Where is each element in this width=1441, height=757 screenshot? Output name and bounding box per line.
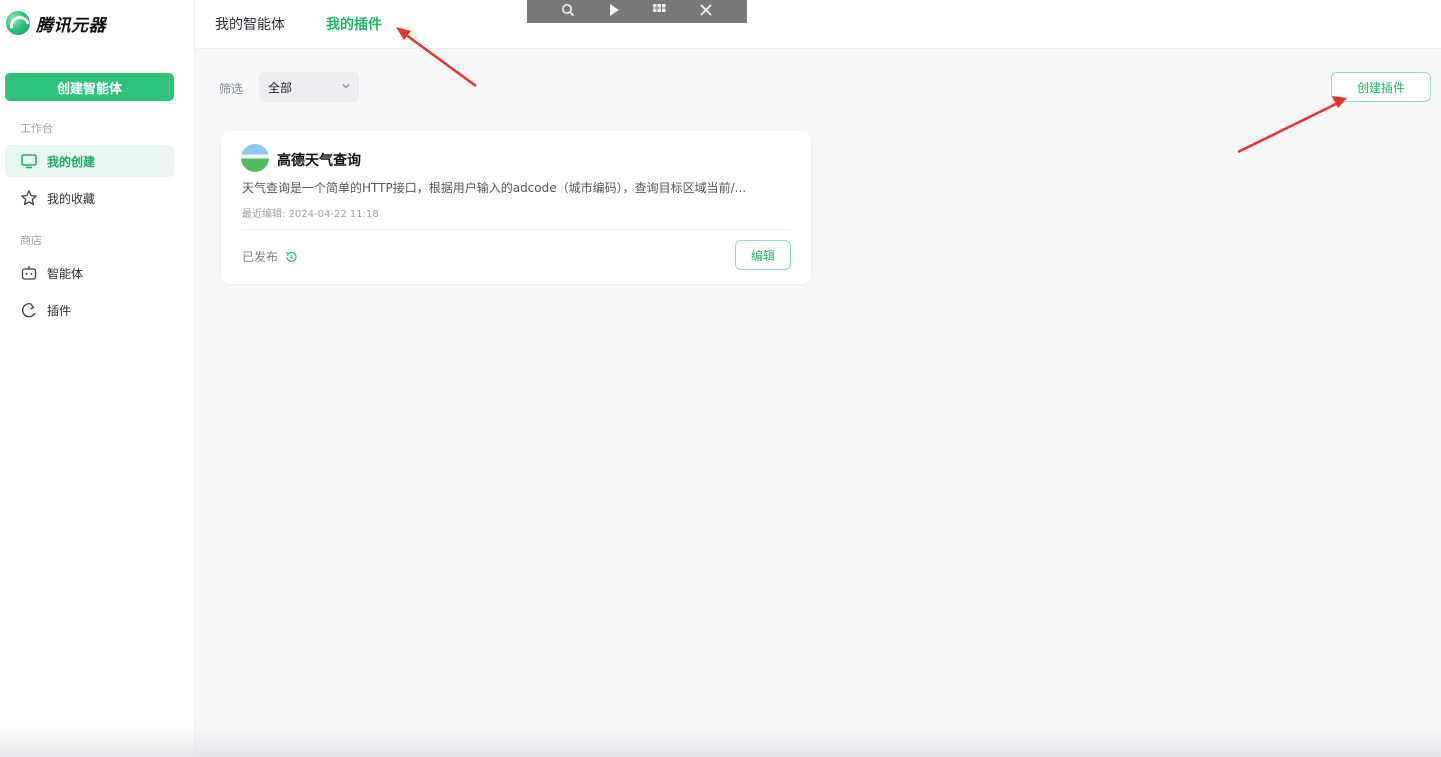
- filter-value: 全部: [268, 80, 293, 95]
- sidebar-item-favorites[interactable]: 我的收藏: [5, 182, 174, 214]
- top-bar: 我的智能体 我的插件: [195, 0, 1441, 49]
- star-icon: [19, 188, 39, 208]
- play-icon[interactable]: [608, 3, 620, 20]
- create-plugin-button[interactable]: 创建插件: [1331, 72, 1431, 102]
- video-player-overlay: [527, 0, 747, 23]
- tab-my-agents[interactable]: 我的智能体: [215, 12, 285, 36]
- robot-icon: [19, 263, 39, 283]
- plugin-status: 已发布: [242, 248, 298, 265]
- last-edited-label: 最近编辑:: [242, 209, 286, 220]
- logo-icon: [6, 11, 30, 35]
- status-text: 已发布: [242, 250, 279, 264]
- chevron-down-icon: [342, 84, 350, 89]
- create-agent-button[interactable]: 创建智能体: [5, 73, 174, 101]
- section-label-workbench: 工作台: [20, 122, 53, 135]
- sidebar-item-plugins[interactable]: 插件: [5, 294, 174, 326]
- plugin-title: 高德天气查询: [277, 153, 361, 169]
- sidebar-item-label: 我的创建: [47, 154, 96, 169]
- annotation-arrows: [396, 27, 1347, 154]
- bottom-fade: [0, 725, 1441, 757]
- plugin-avatar: [241, 144, 269, 172]
- edit-plugin-button[interactable]: 编辑: [735, 240, 791, 270]
- plugin-description: 天气查询是一个简单的HTTP接口，根据用户输入的adcode（城市编码），查询目…: [242, 181, 747, 195]
- section-label-store: 商店: [20, 234, 42, 247]
- sidebar-item-label: 插件: [47, 303, 72, 318]
- sidebar-item-my-creations[interactable]: 我的创建: [5, 145, 174, 177]
- close-icon[interactable]: [699, 3, 713, 20]
- search-icon[interactable]: [561, 3, 575, 20]
- monitor-icon: [19, 151, 39, 171]
- sidebar: 腾讯元器 创建智能体 工作台 我的创建 我的收藏 商店 智能体 插件: [0, 0, 195, 757]
- last-edited-value: 2024-04-22 11:18: [288, 209, 379, 220]
- card-divider: [242, 229, 790, 230]
- sidebar-item-label: 智能体: [47, 266, 84, 281]
- history-icon[interactable]: [284, 250, 298, 264]
- grid-icon[interactable]: [652, 3, 666, 20]
- filter-dropdown[interactable]: 全部: [259, 72, 359, 102]
- filter-label: 筛选: [219, 82, 244, 96]
- annotation-arrow-create: [1237, 96, 1347, 154]
- plugin-icon: [19, 300, 39, 320]
- plugin-last-edited: 最近编辑: 2024-04-22 11:18: [242, 205, 379, 220]
- logo-text: 腾讯元器: [36, 15, 106, 36]
- sidebar-item-agents[interactable]: 智能体: [5, 257, 174, 289]
- app-window: 腾讯元器 创建智能体 工作台 我的创建 我的收藏 商店 智能体 插件 我的智能体…: [0, 0, 1441, 757]
- sidebar-item-label: 我的收藏: [47, 191, 96, 206]
- tab-my-plugins[interactable]: 我的插件: [326, 12, 382, 36]
- plugin-card[interactable]: 高德天气查询 天气查询是一个简单的HTTP接口，根据用户输入的adcode（城市…: [221, 131, 811, 284]
- logo[interactable]: 腾讯元器: [6, 10, 106, 36]
